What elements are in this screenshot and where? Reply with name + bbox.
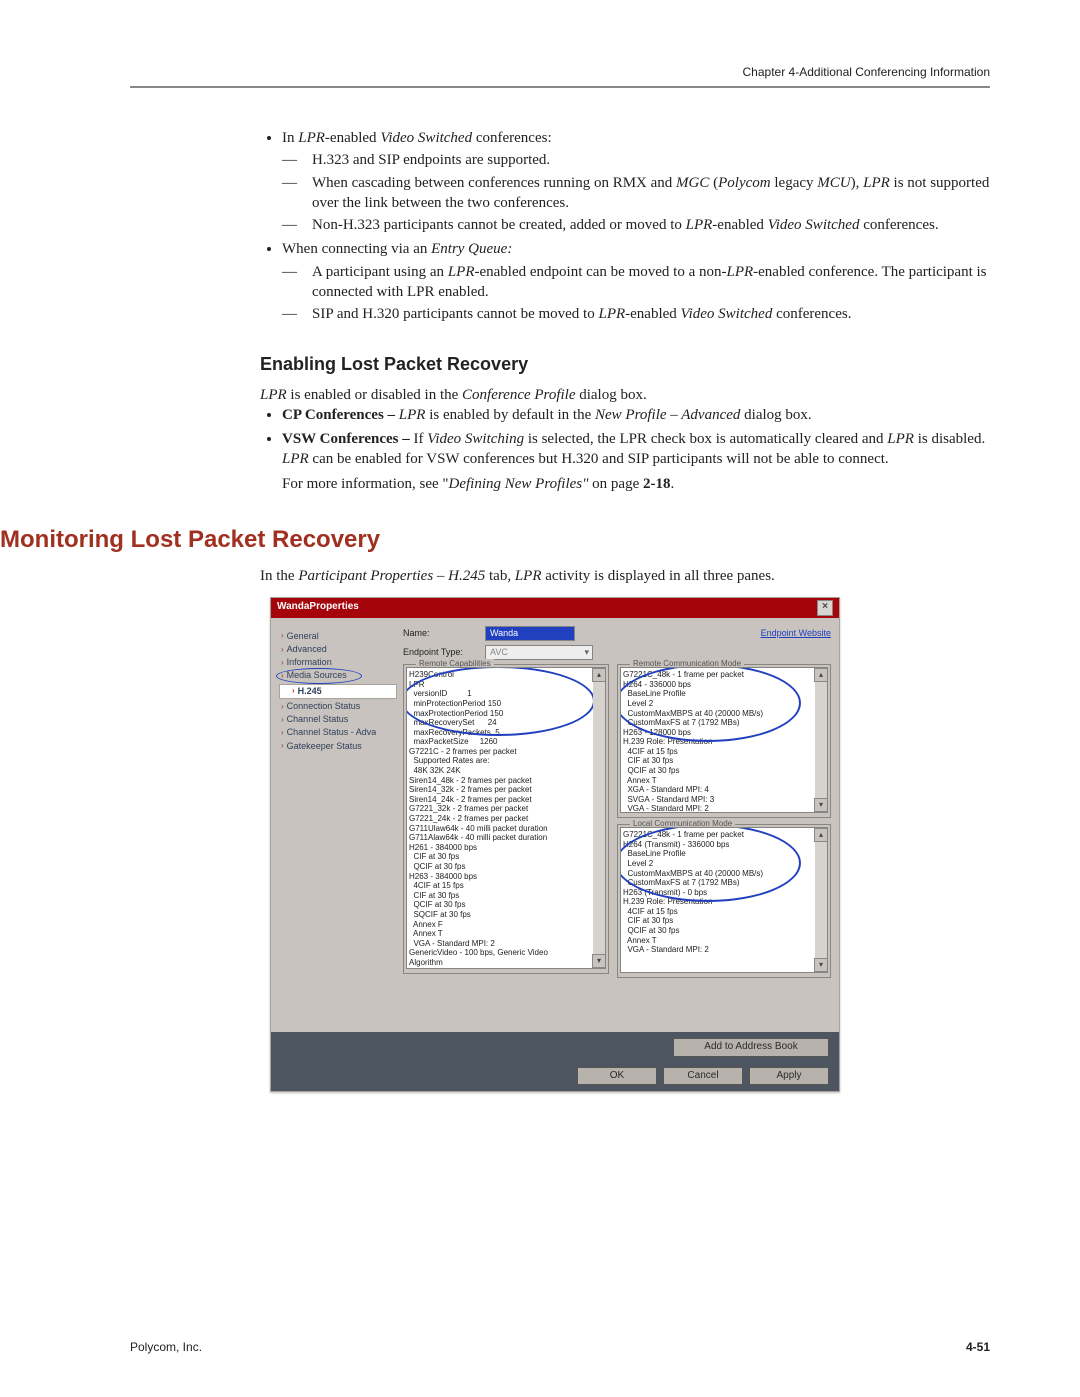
dash-cascading: When cascading between conferences runni… [312,173,990,214]
header-rule [130,86,990,88]
dialog-sidebar: ›General ›Advanced ›Information ›Media S… [279,626,397,979]
dialog-titlebar[interactable]: WandaProperties × [271,598,839,618]
scrollbar[interactable]: ▴▾ [815,668,827,812]
name-label: Name: [403,628,477,639]
chevron-right-icon: › [281,702,284,712]
scroll-up-icon[interactable]: ▴ [592,668,606,682]
sidebar-item-channel-status-adv[interactable]: ›Channel Status - Adva [279,726,397,739]
bullet-entry-queue: When connecting via an Entry Queue: A pa… [282,239,990,324]
sidebar-item-information[interactable]: ›Information [279,656,397,669]
scroll-up-icon[interactable]: ▴ [814,668,828,682]
cancel-button[interactable]: Cancel [663,1067,743,1086]
endpoint-website-link[interactable]: Endpoint Website [761,628,831,639]
endpoint-type-label: Endpoint Type: [403,647,477,658]
sidebar-item-h245[interactable]: ›H.245 [279,684,397,699]
name-input[interactable]: Wanda [485,626,575,641]
footer-left: Polycom, Inc. [130,1339,202,1355]
chevron-right-icon: › [281,658,284,668]
add-to-address-book-button[interactable]: Add to Address Book [673,1038,829,1057]
lpr-enabled-sentence: LPR is enabled or disabled in the Confer… [260,385,990,405]
running-header: Chapter 4-Additional Conferencing Inform… [130,64,990,80]
dash-h323-sip: H.323 and SIP endpoints are supported. [312,150,990,170]
ok-button[interactable]: OK [577,1067,657,1086]
scroll-down-icon[interactable]: ▾ [592,954,606,968]
annotation-ellipse [276,668,362,684]
sidebar-item-media-sources[interactable]: ›Media Sources [279,669,397,682]
dialog-footer: Add to Address Book OK Cancel Apply [271,1032,839,1091]
scrollbar[interactable]: ▴▾ [815,828,827,972]
sidebar-item-advanced[interactable]: ›Advanced [279,643,397,656]
sidebar-item-channel-status[interactable]: ›Channel Status [279,713,397,726]
footer-page-number: 4-51 [966,1339,990,1355]
bullet-lpr-vs: In LPR-enabled Video Switched conference… [282,128,990,235]
dash-nonh323: Non-H.323 participants cannot be created… [312,215,990,235]
dash-sip-h320: SIP and H.320 participants cannot be mov… [312,304,990,324]
close-icon[interactable]: × [817,600,833,616]
remote-comm-mode-list[interactable]: G7221C_48k - 1 frame per packet H264 - 3… [620,667,828,813]
sidebar-item-connection-status[interactable]: ›Connection Status [279,700,397,713]
remote-capabilities-list[interactable]: H239Control LPR versionID 1 minProtectio… [406,667,606,969]
chevron-right-icon: › [281,645,284,655]
bullet-vsw-conf: VSW Conferences – If Video Switching is … [282,429,990,494]
sidebar-item-general[interactable]: ›General [279,630,397,643]
chevron-right-icon: › [292,686,295,696]
endpoint-type-dropdown[interactable]: AVC [485,645,593,660]
scrollbar[interactable]: ▴▾ [593,668,605,968]
participant-properties-dialog: WandaProperties × ›General ›Advanced ›In… [270,597,840,1093]
scroll-up-icon[interactable]: ▴ [814,828,828,842]
chevron-right-icon: › [281,728,284,738]
dialog-title-text: WandaProperties [277,601,359,614]
bullet-cp-conf: CP Conferences – LPR is enabled by defau… [282,405,990,425]
chevron-right-icon: › [281,741,284,751]
dash-move-nonlpr: A participant using an LPR-enabled endpo… [312,262,990,303]
monitoring-sentence: In the Participant Properties – H.245 ta… [260,566,990,586]
subhead-enabling-lpr: Enabling Lost Packet Recovery [260,352,990,376]
chevron-right-icon: › [281,631,284,641]
scroll-down-icon[interactable]: ▾ [814,798,828,812]
apply-button[interactable]: Apply [749,1067,829,1086]
body-column: In LPR-enabled Video Switched conference… [260,128,990,494]
sidebar-item-gatekeeper-status[interactable]: ›Gatekeeper Status [279,740,397,753]
chevron-right-icon: › [281,715,284,725]
heading-monitoring-lpr: Monitoring Lost Packet Recovery [0,524,990,556]
scroll-down-icon[interactable]: ▾ [814,958,828,972]
local-comm-mode-list[interactable]: G7221C_48k - 1 frame per packet H264 (Tr… [620,827,828,973]
